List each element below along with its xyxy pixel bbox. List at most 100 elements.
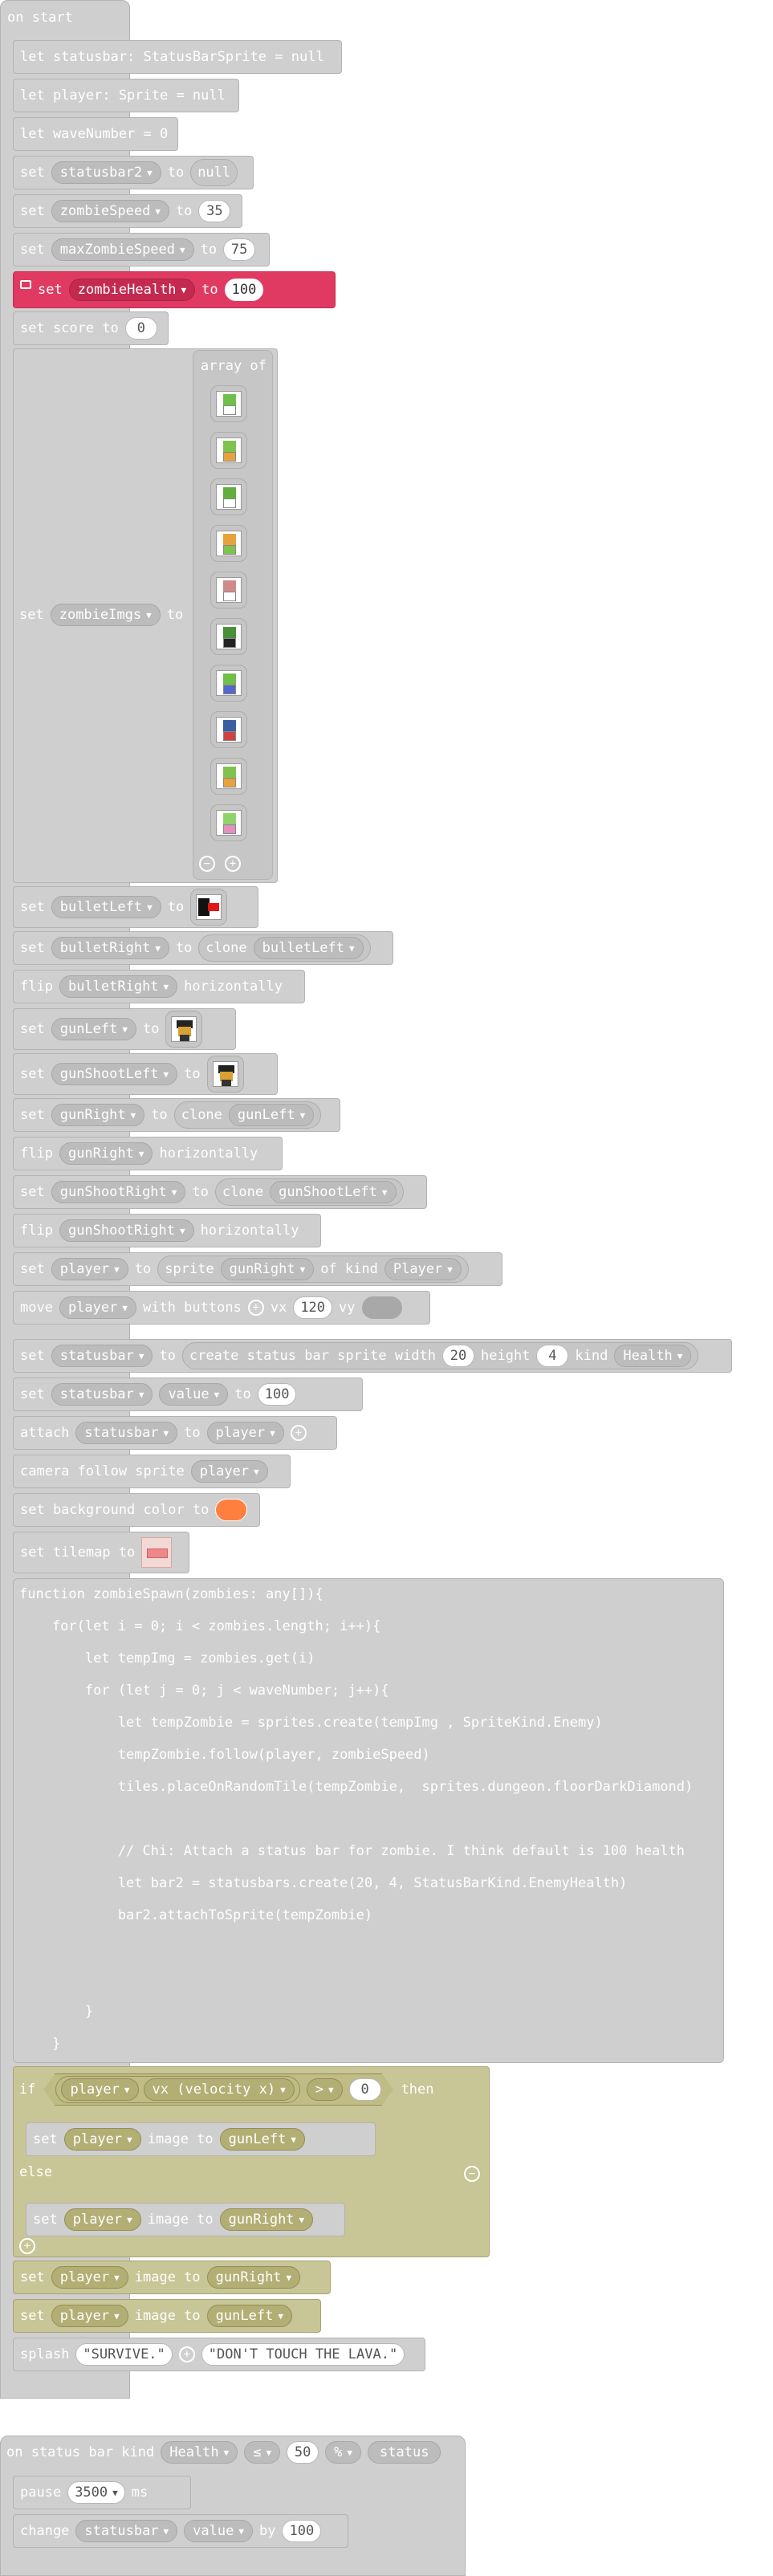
value-property-dropdown[interactable]: value ▼ [184,2520,253,2542]
set-statusbar2-block[interactable]: set statusbar2 ▼ to null [13,156,254,189]
maxZombieSpeed-number-input[interactable]: 75 [223,238,256,261]
score-number-input[interactable]: 0 [124,317,157,340]
set-score-block[interactable]: set score to 0 [13,311,169,345]
splash-block[interactable]: splash "SURVIVE." + "DON'T TOUCH THE LAV… [13,2338,425,2371]
statusbar-variable-dropdown[interactable]: statusbar ▼ [51,1345,153,1367]
gunLeft-variable-dropdown[interactable]: gunLeft ▼ [51,1018,136,1040]
zombie-image-slot[interactable] [210,385,247,422]
compare-number-input[interactable]: 0 [349,2078,381,2101]
kind-health-dropdown[interactable]: Health ▼ [614,1345,692,1367]
bulletRight-variable-dropdown[interactable]: bulletRight ▼ [59,975,178,998]
add-item-icon[interactable]: + [225,856,241,872]
zombie-image-slot[interactable] [210,618,247,655]
statusbar-variable-dropdown[interactable]: statusbar ▼ [75,2520,178,2542]
add-else-if-icon[interactable]: + [19,2238,35,2254]
zombieImgs-variable-dropdown[interactable]: zombieImgs ▼ [50,604,161,626]
gunRight-variable-dropdown[interactable]: gunRight ▼ [220,1258,315,1280]
null-value[interactable]: null [190,159,238,186]
player-variable-dropdown[interactable]: player ▼ [51,2305,128,2327]
let-wave-block[interactable]: let waveNumber = 0 [13,117,178,151]
zombieSpeed-variable-dropdown[interactable]: zombieSpeed ▼ [51,200,169,222]
bulletRight-variable-dropdown[interactable]: bulletRight ▼ [51,937,169,959]
on-start-hat[interactable]: on start [0,0,130,34]
set-statusbar-create-block[interactable]: set statusbar ▼ to create status bar spri… [13,1339,732,1373]
width-number-input[interactable]: 20 [442,1345,474,1367]
player-variable-dropdown[interactable]: player ▼ [51,2266,128,2289]
set-gunShootRight-block[interactable]: set gunShootRight ▼ to clone gunShootLeft ▼ [13,1175,427,1209]
statusbar-variable-dropdown[interactable]: statusbar ▼ [75,1422,178,1444]
vx-property-dropdown[interactable]: vx (velocity x) ▼ [144,2078,295,2101]
change-amount-input[interactable]: 100 [282,2520,322,2542]
gunShootLeft-variable-dropdown[interactable]: gunShootLeft ▼ [270,1181,397,1203]
create-sprite-block[interactable]: sprite gunRight ▼ of kind Player ▼ [157,1255,469,1283]
set-gunLeft-block[interactable]: set gunLeft ▼ to [13,1008,236,1050]
flip-gunRight-block[interactable]: flip gunRight ▼ horizontally [13,1137,283,1170]
set-tilemap-block[interactable]: set tilemap to [13,1532,189,1573]
set-player-image-gunLeft-block-2[interactable]: set player ▼ image to gunLeft ▼ [13,2299,321,2333]
gunRight-variable-dropdown[interactable]: gunRight ▼ [59,1142,153,1165]
set-player-image-gunRight-block[interactable]: set player ▼ image to gunRight ▼ [26,2203,345,2236]
array-of-block[interactable] [193,350,273,880]
status-parameter[interactable]: status [368,2441,441,2464]
status-kind-dropdown[interactable]: Health ▼ [161,2441,238,2464]
zombie-image-slot[interactable] [210,478,247,515]
set-zombieSpeed-block[interactable]: set zombieSpeed ▼ to 35 [13,194,242,228]
condition-block[interactable]: player ▼ vx (velocity x) ▼ > ▼ 0 [43,2073,393,2106]
expand-plus-icon[interactable]: + [247,1300,264,1316]
value-number-input[interactable]: 100 [257,1383,297,1406]
zombie-image-slot[interactable] [210,804,247,841]
gunLeft-variable-dropdown[interactable]: gunLeft ▼ [206,2305,292,2327]
gunRight-variable-dropdown[interactable]: gunRight ▼ [51,1104,145,1126]
zombie-image-slot[interactable] [210,758,247,795]
player-variable-dropdown[interactable]: player ▼ [190,1460,268,1483]
create-status-bar-block[interactable]: create status bar sprite width 20 height 4 k… [181,1342,699,1369]
gun-shoot-image-picker[interactable] [206,1056,244,1093]
zombie-image-slot[interactable] [210,711,247,748]
set-gunRight-block[interactable]: set gunRight ▼ to clone gunLeft ▼ [13,1098,340,1132]
clone-block[interactable]: clone gunShootLeft ▼ [214,1178,404,1206]
player-variable-dropdown[interactable]: player ▼ [63,2128,141,2151]
color-swatch[interactable] [215,1499,248,1521]
comparison-dropdown[interactable]: ≤ ▼ [244,2441,281,2464]
clone-block[interactable]: clone gunLeft ▼ [173,1101,322,1129]
height-number-input[interactable]: 4 [536,1345,569,1367]
set-zombieHealth-block[interactable]: set zombieHealth ▼ to 100 [13,271,336,308]
gunRight-variable-dropdown[interactable]: gunRight ▼ [219,2208,314,2231]
move-player-block[interactable]: move player ▼ with buttons + vx 120 vy [13,1291,430,1325]
gun-image-picker[interactable] [165,1011,203,1048]
player-variable-dropdown[interactable]: player ▼ [59,1296,136,1319]
gunLeft-variable-dropdown[interactable]: gunLeft ▼ [219,2128,305,2151]
gunShootRight-variable-dropdown[interactable]: gunShootRight ▼ [51,1181,186,1203]
pause-block[interactable]: pause 3500 ▼ ms [13,2476,191,2509]
expand-plus-icon[interactable]: + [290,1425,307,1441]
tilemap-image[interactable] [141,1537,173,1568]
threshold-number-input[interactable]: 50 [287,2441,319,2464]
comment-icon[interactable] [20,279,31,289]
change-statusbar-block[interactable]: change statusbar ▼ value ▼ by 100 [13,2514,348,2548]
zombieSpeed-number-input[interactable]: 35 [198,200,231,222]
pause-duration-input[interactable]: 3500 ▼ [67,2481,125,2504]
zombie-image-slot[interactable] [210,572,247,608]
set-bulletLeft-block[interactable]: set bulletLeft ▼ to [13,886,258,928]
gunRight-variable-dropdown[interactable]: gunRight ▼ [206,2266,301,2289]
set-statusbar-value-block[interactable]: set statusbar ▼ value ▼ to 100 [13,1378,363,1411]
remove-else-icon[interactable]: − [464,2166,480,2182]
sprite-property-block[interactable]: player ▼ vx (velocity x) ▼ [55,2076,299,2103]
vy-empty-input[interactable] [361,1296,402,1319]
camera-follow-block[interactable]: camera follow sprite player ▼ [13,1455,291,1488]
compare-operator-dropdown[interactable]: > ▼ [307,2078,343,2101]
value-property-dropdown[interactable]: value ▼ [159,1383,229,1406]
set-player-image-gunRight-block-2[interactable]: set player ▼ image to gunRight ▼ [13,2261,331,2294]
statusbar2-variable-dropdown[interactable]: statusbar2 ▼ [51,161,161,184]
vx-number-input[interactable]: 120 [293,1296,333,1319]
splash-text-input-2[interactable]: "DON'T TOUCH THE LAVA." [201,2343,405,2366]
flip-bulletRight-block[interactable]: flip bulletRight ▼ horizontally [13,970,305,1003]
set-bulletRight-block[interactable]: set bulletRight ▼ to clone bulletLeft ▼ [13,931,393,965]
attach-statusbar-block[interactable]: attach statusbar ▼ to player ▼ + [13,1416,337,1450]
maxZombieSpeed-variable-dropdown[interactable]: maxZombieSpeed ▼ [51,238,194,261]
splash-text-input-1[interactable]: "SURVIVE." [75,2343,173,2366]
player-variable-dropdown[interactable]: player ▼ [206,1422,284,1444]
let-statusbar-block[interactable]: let statusbar: StatusBarSprite = null [13,40,342,74]
zombieHealth-number-input[interactable]: 100 [224,279,264,301]
bulletLeft-variable-dropdown[interactable]: bulletLeft ▼ [51,896,161,918]
